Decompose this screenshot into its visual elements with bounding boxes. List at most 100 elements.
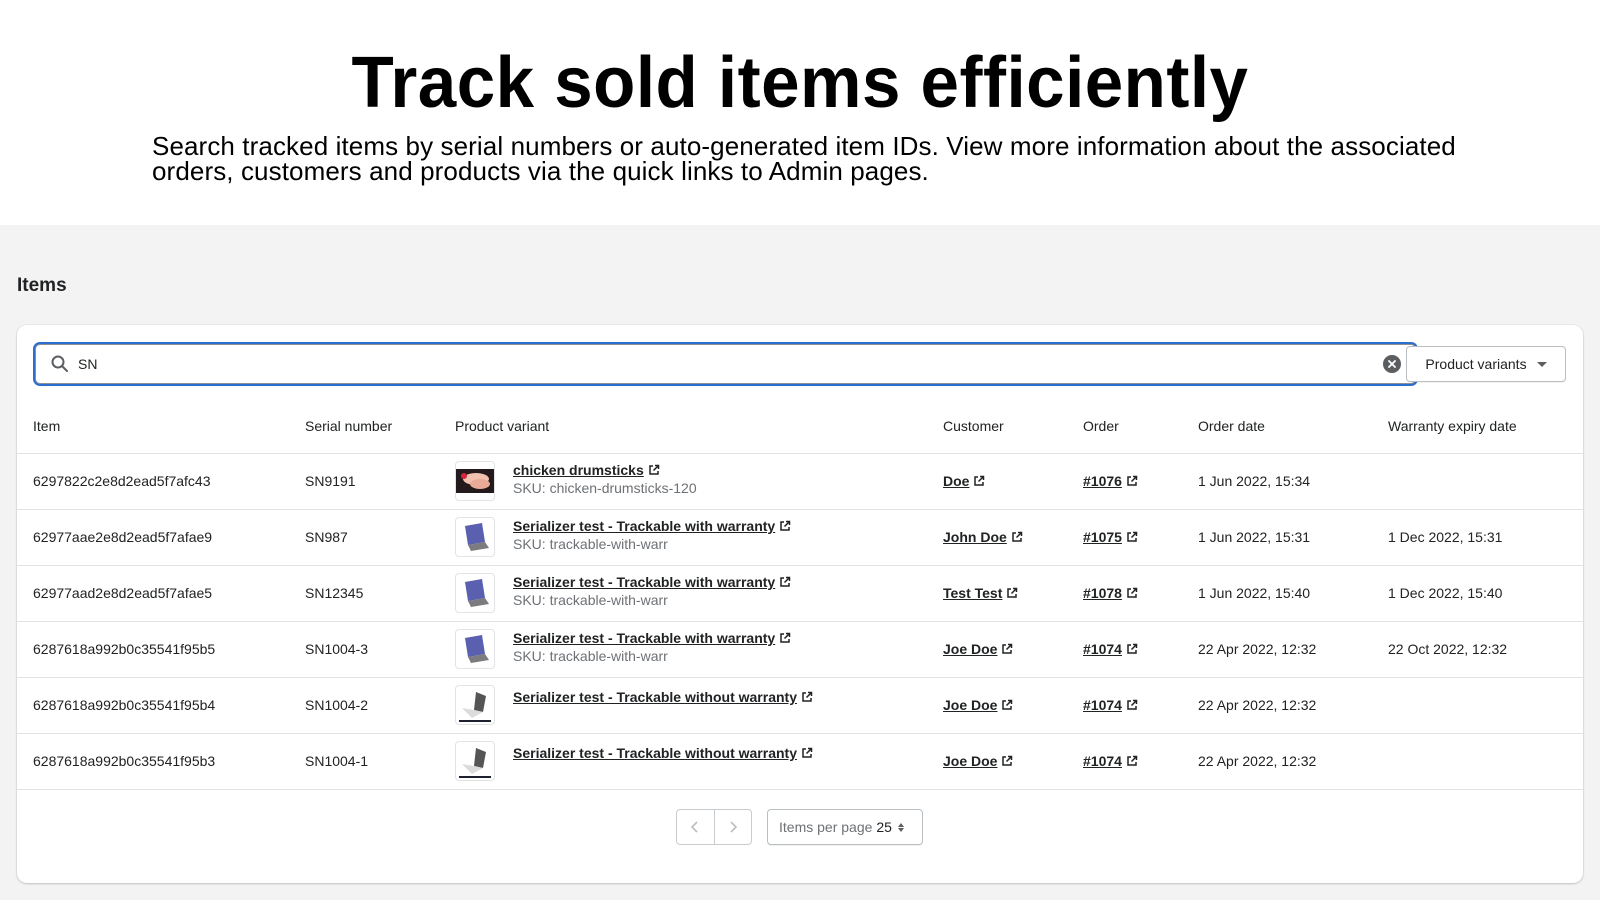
filter-label: Product variants bbox=[1425, 356, 1527, 372]
chevron-left-icon bbox=[691, 821, 698, 833]
page-subtitle: Search tracked items by serial numbers o… bbox=[152, 131, 1456, 186]
external-link-icon bbox=[1127, 699, 1138, 710]
serial-number-cell: SN12345 bbox=[305, 565, 455, 622]
section-title: Items bbox=[17, 275, 67, 296]
product-variant-link[interactable]: Serializer test - Trackable without warr… bbox=[513, 745, 813, 761]
item-id-cell: 6287618a992b0c35541f95b5 bbox=[17, 621, 305, 678]
warranty-expiry-cell: 1 Dec 2022, 15:31 bbox=[1388, 509, 1583, 566]
product-thumbnail bbox=[455, 517, 495, 557]
sku-text: SKU: trackable-with-warr bbox=[513, 648, 668, 664]
select-arrows-icon bbox=[897, 822, 904, 832]
item-id-cell: 6297822c2e8d2ead5f7afc43 bbox=[17, 453, 305, 510]
order-link[interactable]: #1074 bbox=[1083, 641, 1138, 657]
external-link-icon bbox=[1007, 587, 1018, 598]
order-date-cell: 22 Apr 2022, 12:32 bbox=[1198, 621, 1388, 678]
previous-page-button[interactable] bbox=[677, 810, 714, 844]
order-date-cell: 22 Apr 2022, 12:32 bbox=[1198, 733, 1388, 790]
chevron-right-icon bbox=[730, 821, 737, 833]
product-thumbnail bbox=[455, 573, 495, 613]
column-header-order-date[interactable]: Order date bbox=[1198, 399, 1388, 454]
table-row[interactable]: 62977aad2e8d2ead5f7afae5 SN12345 Seriali… bbox=[17, 565, 1583, 622]
customer-cell: Joe Doe bbox=[943, 677, 1083, 734]
column-header-serial-number[interactable]: Serial number bbox=[305, 399, 455, 454]
order-cell: #1074 bbox=[1083, 733, 1198, 790]
search-icon bbox=[51, 355, 68, 372]
page-title: Track sold items efficiently bbox=[351, 43, 1249, 123]
laptop-image bbox=[459, 748, 491, 778]
hero-banner: Track sold items efficiently Search trac… bbox=[0, 0, 1600, 225]
customer-link[interactable]: John Doe bbox=[943, 529, 1023, 545]
product-thumbnail bbox=[455, 629, 495, 669]
external-link-icon bbox=[974, 475, 985, 486]
column-header-customer[interactable]: Customer bbox=[943, 399, 1083, 454]
table-row[interactable]: 6287618a992b0c35541f95b4 SN1004-2 Serial… bbox=[17, 677, 1583, 734]
laptop-image bbox=[465, 635, 489, 663]
column-header-item[interactable]: Item bbox=[17, 399, 305, 454]
table-row[interactable]: 62977aae2e8d2ead5f7afae9 SN987 Serialize… bbox=[17, 509, 1583, 566]
order-date-cell: 22 Apr 2022, 12:32 bbox=[1198, 677, 1388, 734]
clear-search-button[interactable] bbox=[1383, 355, 1401, 373]
customer-link[interactable]: Joe Doe bbox=[943, 641, 1013, 657]
customer-link[interactable]: Doe bbox=[943, 473, 985, 489]
product-variant-link[interactable]: Serializer test - Trackable with warrant… bbox=[513, 630, 791, 646]
item-id-cell: 62977aad2e8d2ead5f7afae5 bbox=[17, 565, 305, 622]
search-field[interactable] bbox=[35, 344, 1416, 384]
item-id-cell: 62977aae2e8d2ead5f7afae9 bbox=[17, 509, 305, 566]
customer-link[interactable]: Test Test bbox=[943, 585, 1018, 601]
product-variant-link[interactable]: Serializer test - Trackable without warr… bbox=[513, 689, 813, 705]
serial-number-cell: SN1004-3 bbox=[305, 621, 455, 678]
column-header-order[interactable]: Order bbox=[1083, 399, 1198, 454]
warranty-expiry-cell: 1 Dec 2022, 15:40 bbox=[1388, 565, 1583, 622]
serial-number-cell: SN1004-1 bbox=[305, 733, 455, 790]
serial-number-cell: SN9191 bbox=[305, 453, 455, 510]
external-link-icon bbox=[648, 464, 659, 475]
order-cell: #1078 bbox=[1083, 565, 1198, 622]
table-row[interactable]: 6287618a992b0c35541f95b5 SN1004-3 Serial… bbox=[17, 621, 1583, 678]
order-date-cell: 1 Jun 2022, 15:31 bbox=[1198, 509, 1388, 566]
product-thumbnail bbox=[455, 741, 495, 781]
customer-cell: John Doe bbox=[943, 509, 1083, 566]
order-link[interactable]: #1074 bbox=[1083, 697, 1138, 713]
product-variants-filter-button[interactable]: Product variants bbox=[1406, 346, 1566, 382]
order-link[interactable]: #1075 bbox=[1083, 529, 1138, 545]
item-id-cell: 6287618a992b0c35541f95b3 bbox=[17, 733, 305, 790]
items-per-page-select[interactable]: Items per page 25 bbox=[767, 809, 923, 845]
customer-link[interactable]: Joe Doe bbox=[943, 753, 1013, 769]
table-row[interactable]: 6297822c2e8d2ead5f7afc43 SN9191 chicken … bbox=[17, 453, 1583, 510]
table-row[interactable]: 6287618a992b0c35541f95b3 SN1004-1 Serial… bbox=[17, 733, 1583, 790]
order-link[interactable]: #1078 bbox=[1083, 585, 1138, 601]
column-header-product-variant[interactable]: Product variant bbox=[455, 399, 943, 454]
external-link-icon bbox=[802, 747, 813, 758]
order-link[interactable]: #1074 bbox=[1083, 753, 1138, 769]
external-link-icon bbox=[1127, 587, 1138, 598]
external-link-icon bbox=[1127, 531, 1138, 542]
column-header-warranty-expiry-date[interactable]: Warranty expiry date bbox=[1388, 399, 1583, 454]
customer-link[interactable]: Joe Doe bbox=[943, 697, 1013, 713]
external-link-icon bbox=[802, 691, 813, 702]
warranty-expiry-cell bbox=[1388, 677, 1583, 734]
order-link[interactable]: #1076 bbox=[1083, 473, 1138, 489]
product-variant-link[interactable]: Serializer test - Trackable with warrant… bbox=[513, 574, 791, 590]
product-variant-cell: Serializer test - Trackable without warr… bbox=[455, 733, 943, 790]
external-link-icon bbox=[780, 520, 791, 531]
product-variant-cell: chicken drumsticks SKU: chicken-drumstic… bbox=[455, 453, 943, 510]
customer-cell: Doe bbox=[943, 453, 1083, 510]
warranty-expiry-cell bbox=[1388, 453, 1583, 510]
sku-text: SKU: trackable-with-warr bbox=[513, 592, 668, 608]
warranty-expiry-cell: 22 Oct 2022, 12:32 bbox=[1388, 621, 1583, 678]
table-header-row: Item Serial number Product variant Custo… bbox=[17, 399, 1583, 454]
order-date-cell: 1 Jun 2022, 15:40 bbox=[1198, 565, 1388, 622]
search-input[interactable] bbox=[78, 349, 1383, 379]
laptop-image bbox=[465, 579, 489, 607]
chicken-drumsticks-image bbox=[456, 469, 494, 493]
external-link-icon bbox=[1012, 531, 1023, 542]
external-link-icon bbox=[1127, 643, 1138, 654]
serial-number-cell: SN987 bbox=[305, 509, 455, 566]
external-link-icon bbox=[1002, 699, 1013, 710]
product-variant-link[interactable]: chicken drumsticks bbox=[513, 462, 697, 478]
customer-cell: Joe Doe bbox=[943, 733, 1083, 790]
next-page-button[interactable] bbox=[713, 810, 752, 844]
item-id-cell: 6287618a992b0c35541f95b4 bbox=[17, 677, 305, 734]
laptop-image bbox=[459, 692, 491, 722]
product-variant-link[interactable]: Serializer test - Trackable with warrant… bbox=[513, 518, 791, 534]
